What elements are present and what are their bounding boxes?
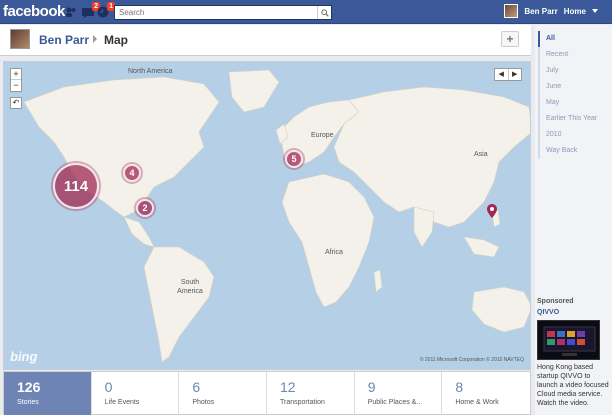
pan-control: ◀ ▶ <box>494 68 522 81</box>
notifications-icon[interactable]: 1 <box>96 2 115 19</box>
account-menu-caret-icon[interactable] <box>592 9 598 13</box>
world-map[interactable]: North America Europe Asia Africa South A… <box>3 61 531 370</box>
breadcrumb-arrow-icon <box>93 35 97 43</box>
map-label-asia: Asia <box>474 151 488 158</box>
timeline-item-way-back[interactable]: Way Back <box>538 143 597 159</box>
user-avatar[interactable] <box>504 4 519 18</box>
stats-bar: 126 Stories 0 Life Events 6 Photos 12 Tr… <box>3 371 531 415</box>
page-title: Map <box>104 33 128 47</box>
ad-description[interactable]: Hong Kong based startup QIVVO to launch … <box>537 363 610 408</box>
timeline-item-recent[interactable]: Recent <box>538 47 597 63</box>
right-sidebar: All Recent July June May Earlier This Ye… <box>535 25 612 415</box>
reset-view-button[interactable]: ↶ <box>10 97 22 109</box>
map-cluster-marker[interactable]: 4 <box>123 164 141 182</box>
search-box <box>114 5 332 20</box>
map-copyright: © 2011 Microsoft Corporation © 2010 NAVT… <box>419 357 524 363</box>
map-cluster-marker[interactable]: 5 <box>285 150 303 168</box>
ad-image[interactable] <box>537 320 600 360</box>
stat-count: 8 <box>455 379 464 395</box>
profile-avatar[interactable] <box>10 29 30 49</box>
stat-count: 6 <box>192 379 201 395</box>
timeline-item-july[interactable]: July <box>538 63 597 79</box>
profile-link[interactable]: Ben Parr <box>524 7 557 16</box>
zoom-out-button[interactable]: − <box>11 80 21 91</box>
map-pin-icon[interactable] <box>487 204 497 218</box>
pan-left-icon[interactable]: ◀ <box>495 69 509 80</box>
stat-life-events[interactable]: 0 Life Events <box>92 372 180 415</box>
add-button[interactable]: + <box>501 31 519 47</box>
map-label-south-america: South America <box>177 279 203 295</box>
timeline-item-may[interactable]: May <box>538 95 597 111</box>
map-land <box>23 69 530 363</box>
friend-requests-icon[interactable] <box>64 5 78 19</box>
stat-photos[interactable]: 6 Photos <box>179 372 268 415</box>
stat-count: 9 <box>367 379 376 395</box>
map-cluster-marker[interactable]: 114 <box>53 163 99 209</box>
ad-title-link[interactable]: QIVVO <box>537 309 559 316</box>
bing-logo: bing <box>10 349 38 364</box>
stat-label: Life Events <box>104 399 140 406</box>
timeline-item-2010[interactable]: 2010 <box>538 127 597 143</box>
page-header: Ben Parr Map + <box>0 25 531 56</box>
stat-public-places[interactable]: 9 Public Places &... <box>355 372 443 415</box>
map-label-africa: Africa <box>325 249 343 256</box>
top-links: Ben Parr Home <box>504 4 598 18</box>
map-cluster-marker[interactable]: 2 <box>136 199 154 217</box>
zoom-in-button[interactable]: + <box>11 69 21 80</box>
sponsored-heading: Sponsored <box>537 298 574 305</box>
messages-icon[interactable]: 2 <box>81 2 100 19</box>
stat-label: Public Places &... <box>367 399 423 406</box>
search-input[interactable] <box>115 6 311 19</box>
stat-label: Transportation <box>280 399 325 406</box>
stat-label: Home & Work <box>455 399 499 406</box>
timeline-item-earlier-this-year[interactable]: Earlier This Year <box>538 111 597 127</box>
timeline-item-june[interactable]: June <box>538 79 597 95</box>
profile-name-link[interactable]: Ben Parr <box>39 33 89 47</box>
map-label-europe: Europe <box>311 132 334 139</box>
stat-count: 0 <box>104 379 113 395</box>
stat-home-work[interactable]: 8 Home & Work <box>442 372 530 415</box>
stat-transportation[interactable]: 12 Transportation <box>267 372 355 415</box>
stat-count: 126 <box>17 379 41 395</box>
stat-stories[interactable]: 126 Stories <box>4 372 92 415</box>
stat-label: Stories <box>17 399 39 406</box>
zoom-control: + − <box>10 68 22 92</box>
search-icon[interactable] <box>317 6 331 19</box>
timeline-item-all[interactable]: All <box>538 31 597 47</box>
facebook-logo[interactable]: facebook <box>3 3 65 20</box>
timeline-nav: All Recent July June May Earlier This Ye… <box>538 31 597 159</box>
top-bar: facebook 2 1 Ben Parr Home <box>0 0 612 24</box>
stat-count: 12 <box>280 379 296 395</box>
map-label-north-america: North America <box>128 68 173 75</box>
stat-label: Photos <box>192 399 215 406</box>
pan-right-icon[interactable]: ▶ <box>509 69 522 80</box>
home-link[interactable]: Home <box>564 7 586 16</box>
